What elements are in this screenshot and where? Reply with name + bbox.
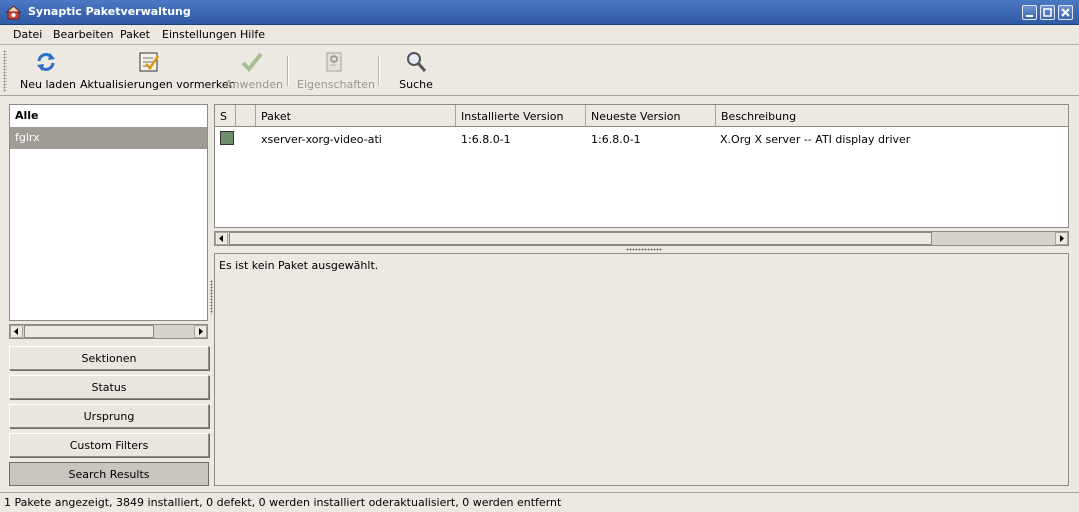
arrow-left-icon [14, 328, 18, 335]
package-name[interactable]: xserver-xorg-video-ati [261, 133, 382, 146]
status-button[interactable]: Status [9, 375, 209, 399]
pane-resize-handle[interactable] [626, 248, 662, 251]
scroll-thumb[interactable] [229, 232, 932, 245]
arrow-right-icon [1060, 235, 1064, 242]
package-status-icon[interactable] [220, 131, 234, 145]
package-table: S Paket Installierte Version Neueste Ver… [214, 104, 1069, 228]
sections-button[interactable]: Sektionen [9, 346, 209, 370]
search-button[interactable]: Suche [396, 50, 436, 91]
apply-button[interactable]: Anwenden [225, 50, 283, 91]
toolbar-grip[interactable] [3, 50, 7, 92]
filter-horizontal-scrollbar[interactable] [9, 324, 208, 339]
status-text: 1 Pakete angezeigt, 3849 installiert, 0 … [4, 496, 562, 509]
title-bar[interactable]: Synaptic Paketverwaltung [0, 0, 1079, 25]
package-details-pane: Es ist kein Paket ausgewählt. [214, 253, 1069, 486]
apply-label: Anwenden [225, 78, 283, 91]
mark-upgrades-button[interactable]: Aktualisierungen vormerken [80, 50, 236, 91]
scroll-left-button[interactable] [10, 325, 23, 338]
mark-upgrades-icon [139, 52, 160, 72]
minimize-icon [1026, 15, 1033, 17]
checkmark-icon [241, 52, 263, 72]
menu-datei[interactable]: Datei [13, 28, 42, 41]
column-header-support[interactable] [236, 105, 256, 127]
column-header-description[interactable]: Beschreibung [716, 105, 1068, 127]
scroll-left-button[interactable] [215, 232, 228, 245]
window-title: Synaptic Paketverwaltung [28, 5, 191, 18]
reload-label: Neu laden [20, 78, 76, 91]
search-icon [407, 52, 427, 72]
search-label: Suche [399, 78, 433, 91]
maximize-button[interactable] [1040, 5, 1055, 20]
column-header-status[interactable]: S [215, 105, 236, 127]
filter-item-alle[interactable]: Alle [10, 105, 207, 127]
synaptic-app-icon [6, 5, 21, 20]
toolbar-separator [378, 56, 380, 86]
menu-paket[interactable]: Paket [120, 28, 150, 41]
reload-button[interactable]: Neu laden [20, 50, 76, 91]
installed-version: 1:6.8.0-1 [461, 133, 511, 146]
toolbar-separator [287, 56, 289, 86]
column-header-installed-version[interactable]: Installierte Version [456, 105, 586, 127]
details-text: Es ist kein Paket ausgewählt. [219, 259, 379, 272]
origin-button[interactable]: Ursprung [9, 404, 209, 428]
table-horizontal-scrollbar[interactable] [214, 231, 1069, 246]
menu-bearbeiten[interactable]: Bearbeiten [53, 28, 113, 41]
toolbar: Neu laden Aktualisierungen vormerken Anw… [0, 46, 1079, 96]
properties-icon [326, 52, 342, 72]
status-bar: 1 Pakete angezeigt, 3849 installiert, 0 … [0, 492, 1079, 512]
search-results-button[interactable]: Search Results [9, 462, 209, 486]
column-header-package[interactable]: Paket [256, 105, 456, 127]
arrow-left-icon [219, 235, 223, 242]
filter-item-fglrx[interactable]: fglrx [10, 127, 207, 149]
properties-label: Eigenschaften [297, 78, 375, 91]
filter-list: Alle fglrx [9, 104, 208, 321]
column-header-latest-version[interactable]: Neueste Version [586, 105, 716, 127]
arrow-right-icon [199, 328, 203, 335]
scroll-thumb[interactable] [24, 325, 154, 338]
menu-bar: Datei Bearbeiten Paket Einstellungen Hil… [0, 25, 1079, 45]
pane-resize-handle[interactable] [210, 280, 213, 314]
minimize-button[interactable] [1022, 5, 1037, 20]
latest-version: 1:6.8.0-1 [591, 133, 641, 146]
close-button[interactable] [1058, 5, 1073, 20]
close-icon [1061, 8, 1070, 17]
menu-hilfe[interactable]: Hilfe [240, 28, 265, 41]
scroll-right-button[interactable] [1055, 232, 1068, 245]
scroll-right-button[interactable] [194, 325, 207, 338]
mark-upgrades-label: Aktualisierungen vormerken [80, 78, 236, 91]
custom-filters-button[interactable]: Custom Filters [9, 433, 209, 457]
package-description: X.Org X server -- ATI display driver [720, 133, 911, 146]
maximize-icon [1043, 8, 1052, 17]
menu-einstellungen[interactable]: Einstellungen [162, 28, 237, 41]
reload-icon [37, 53, 55, 71]
properties-button[interactable]: Eigenschaften [297, 50, 375, 91]
